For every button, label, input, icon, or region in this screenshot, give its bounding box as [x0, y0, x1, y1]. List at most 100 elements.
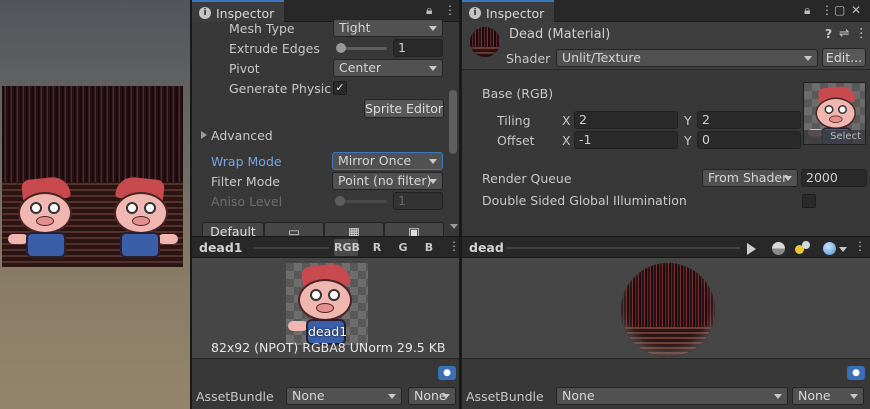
scroll-down-arrow[interactable]: [450, 224, 458, 229]
assetbundle-name-dropdown[interactable]: None: [556, 387, 788, 405]
pivot-label: Pivot: [229, 61, 260, 76]
drag-handle[interactable]: [254, 247, 329, 249]
offset-x-input[interactable]: -1: [574, 131, 678, 149]
select-texture-button[interactable]: Select: [804, 130, 865, 144]
lights-icon[interactable]: [795, 241, 811, 256]
double-sided-gi-label: Double Sided Global Illumination: [482, 193, 687, 208]
sphere-icon[interactable]: [772, 242, 785, 255]
monitor-icon: ▭: [288, 224, 300, 236]
base-texture-slot[interactable]: Select: [803, 82, 866, 145]
scene-view[interactable]: [0, 0, 190, 409]
filter-mode-dropdown[interactable]: Point (no filter): [332, 172, 443, 190]
tiling-x-input[interactable]: 2: [574, 111, 678, 129]
shader-dropdown[interactable]: Unlit/Texture: [556, 49, 818, 67]
tag-icon[interactable]: ●: [438, 366, 456, 380]
channel-r-button[interactable]: R: [365, 239, 389, 256]
chevron-down-icon: [804, 56, 812, 61]
assetbundle-label: AssetBundle: [466, 389, 544, 404]
tiling-y-input[interactable]: 2: [697, 111, 801, 129]
assetbundle-label: AssetBundle: [196, 389, 274, 404]
sprite-editor-button[interactable]: Sprite Editor: [364, 99, 444, 118]
offset-label: Offset: [497, 133, 535, 148]
assetbundle-variant-dropdown[interactable]: None: [792, 387, 864, 405]
texture-preview-area: dead1 82x92 (NPOT) RGBA8 UNorm 29.5 KB: [192, 258, 459, 358]
tiling-label: Tiling: [497, 113, 531, 128]
pig-sprite-mirrored: [94, 172, 182, 264]
mesh-type-dropdown[interactable]: Tight: [333, 19, 443, 37]
preview-title: dead1: [199, 240, 243, 255]
advanced-foldout[interactable]: Advanced: [211, 128, 273, 143]
channel-g-button[interactable]: G: [391, 239, 415, 256]
close-icon[interactable]: ✕: [851, 3, 865, 17]
play-icon[interactable]: [747, 243, 756, 255]
platform-tabs: Default ▭ ▦ ▣: [202, 222, 444, 236]
help-icon[interactable]: ?: [825, 26, 832, 41]
tiling-y-label: Y: [684, 113, 692, 128]
android-icon: ▣: [408, 224, 420, 236]
kebab-menu-icon[interactable]: ⋮: [854, 239, 870, 253]
preview-asset-name: dead1: [308, 324, 348, 339]
tab-label: Inspector: [486, 6, 545, 21]
assetbundle-name-dropdown[interactable]: None: [286, 387, 402, 405]
render-queue-label: Render Queue: [482, 171, 572, 186]
info-icon: i: [469, 7, 481, 19]
render-queue-mode-dropdown[interactable]: From Shader: [702, 169, 798, 187]
kebab-menu-icon[interactable]: ⋮: [444, 3, 460, 17]
fold-arrow-icon[interactable]: [201, 131, 207, 139]
skybox-sphere-icon[interactable]: [823, 242, 836, 255]
edit-shader-button[interactable]: Edit...: [822, 48, 866, 67]
pig-sprite: [4, 172, 92, 264]
generate-physics-checkbox[interactable]: ✓: [333, 81, 347, 95]
tag-icon[interactable]: ●: [847, 366, 865, 380]
chevron-down-icon[interactable]: [839, 247, 847, 252]
tab-label: Inspector: [216, 6, 275, 21]
material-name: Dead (Material): [509, 27, 611, 42]
material-preview-icon: [470, 27, 500, 57]
wrap-mode-label: Wrap Mode: [211, 154, 282, 169]
tab-platform-standalone[interactable]: ▭: [264, 222, 324, 236]
settings-sliders-icon[interactable]: ⇌: [839, 25, 849, 40]
channel-rgb-button[interactable]: RGB: [334, 239, 360, 256]
info-icon: i: [199, 7, 211, 19]
filter-mode-label: Filter Mode: [211, 174, 280, 189]
scene-sprite-quad[interactable]: [2, 86, 183, 267]
channel-b-button[interactable]: B: [417, 239, 441, 256]
extrude-edges-input[interactable]: 1: [393, 39, 443, 57]
lock-icon[interactable]: 🔒︎: [804, 3, 814, 18]
offset-y-input[interactable]: 0: [697, 131, 801, 149]
slider-handle: [335, 196, 345, 206]
tab-inspector[interactable]: i Inspector: [462, 0, 555, 22]
drag-handle[interactable]: [506, 247, 740, 249]
tiling-x-label: X: [562, 113, 571, 128]
wrap-mode-dropdown[interactable]: Mirror Once: [332, 152, 443, 170]
aniso-level-label: Aniso Level: [211, 194, 283, 209]
tab-bar: i Inspector 🔒︎ ⋮ ▢ ✕: [462, 0, 870, 22]
kebab-menu-icon[interactable]: ⋮: [855, 25, 868, 40]
preview-title: dead: [469, 240, 504, 255]
mesh-type-label: Mesh Type: [229, 21, 295, 36]
material-preview-area: [462, 258, 870, 358]
shader-label: Shader: [506, 51, 551, 66]
double-sided-gi-checkbox[interactable]: [802, 194, 816, 208]
assetbundle-variant-dropdown[interactable]: None: [408, 387, 456, 405]
scrollbar-thumb[interactable]: [449, 90, 457, 154]
tab-platform-android[interactable]: ▣: [384, 222, 444, 236]
tab-inspector[interactable]: i Inspector: [192, 0, 285, 22]
render-queue-input[interactable]: 2000: [801, 169, 867, 187]
assetbundle-footer: ● AssetBundle None None: [192, 358, 459, 409]
material-preview-sphere[interactable]: [621, 263, 715, 357]
tab-platform-default[interactable]: Default: [202, 222, 264, 236]
webgl-icon: ▦: [348, 224, 360, 236]
aniso-level-input: 1: [393, 192, 443, 210]
tab-platform-webgl[interactable]: ▦: [324, 222, 384, 236]
lock-icon[interactable]: 🔒︎: [426, 3, 436, 18]
chevron-down-icon: [850, 394, 858, 399]
maximize-icon[interactable]: ▢: [834, 3, 849, 17]
material-preview-header: dead ⋮: [462, 236, 870, 258]
chevron-down-icon: [429, 159, 437, 164]
pivot-dropdown[interactable]: Center: [333, 59, 443, 77]
assetbundle-footer: ● AssetBundle None None: [462, 358, 870, 409]
generate-physics-label: Generate Physics S: [229, 81, 331, 96]
chevron-down-icon: [774, 394, 782, 399]
slider-handle[interactable]: [336, 43, 346, 53]
